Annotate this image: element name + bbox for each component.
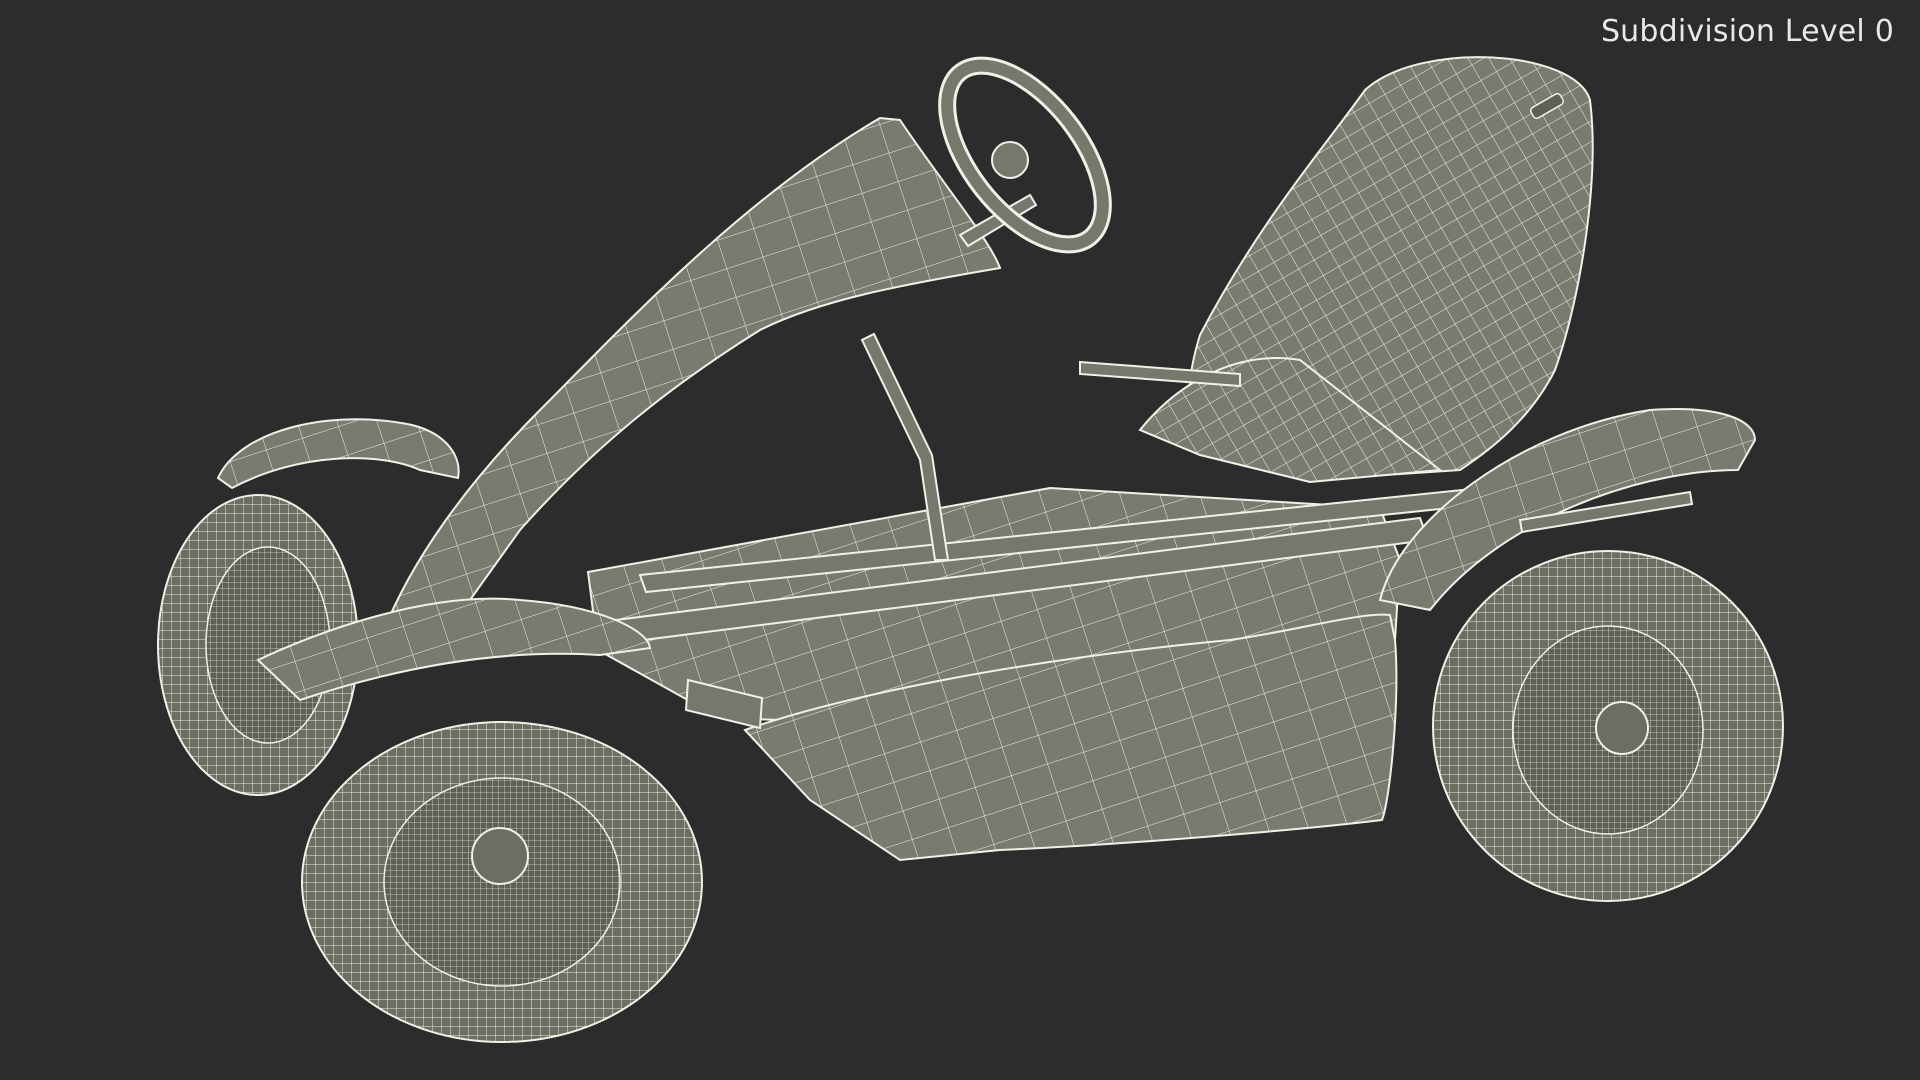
racing-seat <box>1138 56 1594 484</box>
rear-right-wheel <box>1432 550 1784 902</box>
rear-left-fender <box>216 418 460 490</box>
subdivision-level-label: Subdivision Level 0 <box>1600 14 1894 49</box>
3d-viewport[interactable]: Subdivision Level 0 <box>0 0 1920 1080</box>
go-kart-wireframe-render <box>157 56 1784 1043</box>
front-left-wheel <box>301 721 703 1043</box>
